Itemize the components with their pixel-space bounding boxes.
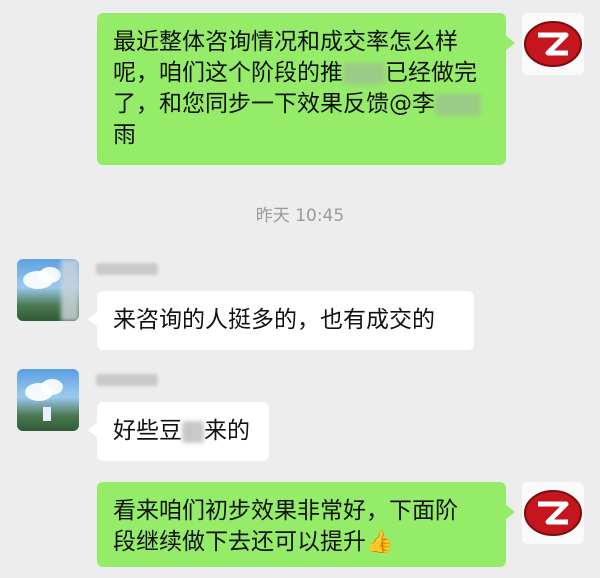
message-text: 看来咱们初步效果非常好，下面阶 段继续做下去还可以提升👍 (113, 496, 490, 558)
redacted-text (182, 420, 204, 443)
red-z-logo-icon (524, 490, 582, 536)
message-text: 来咨询的人挺多的，也有成交的 (113, 307, 435, 333)
message-timestamp: 昨天 10:45 (255, 206, 345, 226)
bubble-tail (505, 35, 515, 51)
avatar-self[interactable] (522, 13, 584, 75)
redacted-area (61, 259, 79, 321)
bubble-tail (88, 422, 98, 438)
chat-bubble-contact[interactable]: 好些豆 来的 (88, 402, 269, 461)
chat-bubble-self[interactable]: 看来咱们初步效果非常好，下面阶 段继续做下去还可以提升👍 (97, 482, 515, 567)
redacted-text (343, 62, 385, 85)
chat-bubble-self[interactable]: 最近整体咨询情况和成交率怎么样 呢，咱们这个阶段的推 已经做完 了，和您同步一下效… (97, 13, 515, 165)
contact-nickname-redacted (96, 263, 158, 275)
avatar-self[interactable] (522, 482, 584, 544)
thumbs-up-emoji-icon: 👍 (366, 530, 394, 555)
bubble-tail (505, 504, 515, 520)
message-text: 好些豆 来的 (113, 418, 250, 444)
chat-bubble-contact[interactable]: 来咨询的人挺多的，也有成交的 (88, 291, 474, 350)
message-text: 最近整体咨询情况和成交率怎么样 呢，咱们这个阶段的推 已经做完 了，和您同步一下效… (113, 27, 490, 151)
bubble-tail (88, 311, 98, 327)
redacted-text (435, 93, 481, 116)
avatar-contact[interactable] (17, 259, 79, 321)
red-z-logo-icon (524, 21, 582, 67)
contact-nickname-redacted (96, 374, 158, 386)
avatar-contact[interactable] (17, 369, 79, 431)
